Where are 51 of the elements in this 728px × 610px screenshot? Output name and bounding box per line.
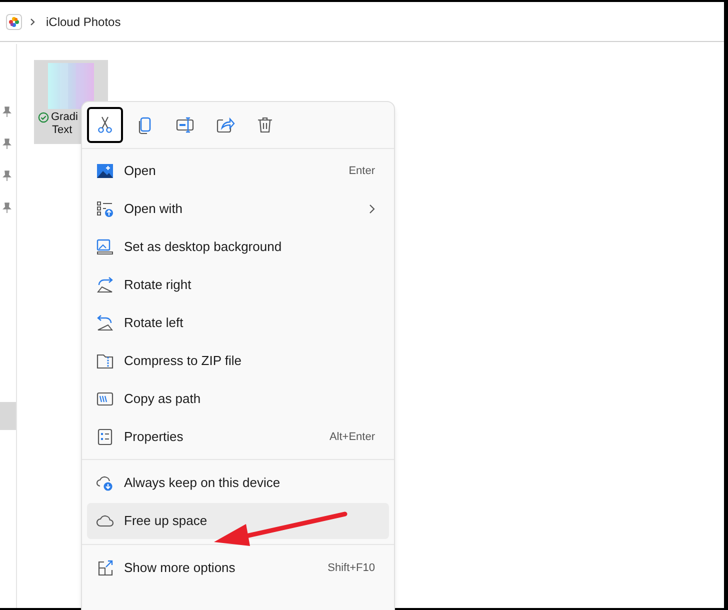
shortcut-label: Shift+F10	[328, 560, 375, 576]
menu-item[interactable]: Open Enter	[87, 153, 389, 189]
desktop-background-icon	[96, 238, 114, 256]
zip-folder-icon	[96, 352, 114, 370]
open-with-icon	[96, 200, 114, 218]
pin-icon[interactable]	[2, 138, 12, 150]
photos-app-icon	[6, 14, 22, 30]
picture-icon	[96, 162, 114, 180]
path-icon	[96, 390, 114, 408]
cut-icon	[95, 115, 115, 135]
rename-icon	[175, 115, 195, 135]
open-external-icon	[96, 559, 114, 577]
share-icon	[215, 115, 235, 135]
shortcut-label: Alt+Enter	[329, 430, 375, 445]
menu-item[interactable]: Properties Alt+Enter	[87, 419, 389, 455]
menu-item-label: Properties	[124, 428, 184, 446]
properties-icon	[96, 428, 114, 446]
menu-item[interactable]: Show more options Shift+F10	[87, 550, 389, 586]
rotate-right-icon	[96, 276, 114, 294]
cut-button[interactable]	[87, 107, 123, 143]
file-name: Gradi	[51, 111, 78, 124]
menu-item[interactable]: Copy as path	[87, 381, 389, 417]
menu-item-label: Compress to ZIP file	[124, 352, 242, 370]
menu-item-label: Free up space	[124, 512, 208, 530]
menu-item[interactable]: Set as desktop background	[87, 229, 389, 265]
file-name: Text	[52, 124, 72, 137]
pin-icon[interactable]	[2, 170, 12, 182]
menu-item-label: Always keep on this device	[124, 474, 280, 492]
rotate-left-icon	[96, 314, 114, 332]
menu-item[interactable]: Open with	[87, 191, 389, 227]
menu-item-label: Open	[124, 162, 156, 180]
delete-icon	[255, 115, 275, 135]
scroll-thumb[interactable]	[0, 402, 16, 430]
chevron-right-icon	[30, 18, 36, 26]
chevron-right-icon	[369, 204, 375, 214]
menu-item[interactable]: Always keep on this device	[87, 465, 389, 501]
menu-item[interactable]: Rotate left	[87, 305, 389, 341]
menu-item-label: Set as desktop background	[124, 238, 282, 256]
breadcrumb[interactable]: iCloud Photos	[46, 12, 121, 30]
menu-item[interactable]: Compress to ZIP file	[87, 343, 389, 379]
menu-item-label: Open with	[124, 200, 183, 218]
pin-icon[interactable]	[2, 106, 12, 118]
menu-item-label: Copy as path	[124, 390, 201, 408]
shortcut-label: Enter	[348, 164, 375, 179]
menu-item[interactable]: Rotate right	[87, 267, 389, 303]
menu-item-label: Show more options	[124, 559, 236, 578]
menu-item[interactable]: Free up space	[87, 503, 389, 539]
menu-item-label: Rotate left	[124, 314, 184, 332]
pin-icon[interactable]	[2, 202, 12, 214]
menu-item-label: Rotate right	[124, 276, 192, 294]
cloud-download-icon	[96, 474, 114, 492]
